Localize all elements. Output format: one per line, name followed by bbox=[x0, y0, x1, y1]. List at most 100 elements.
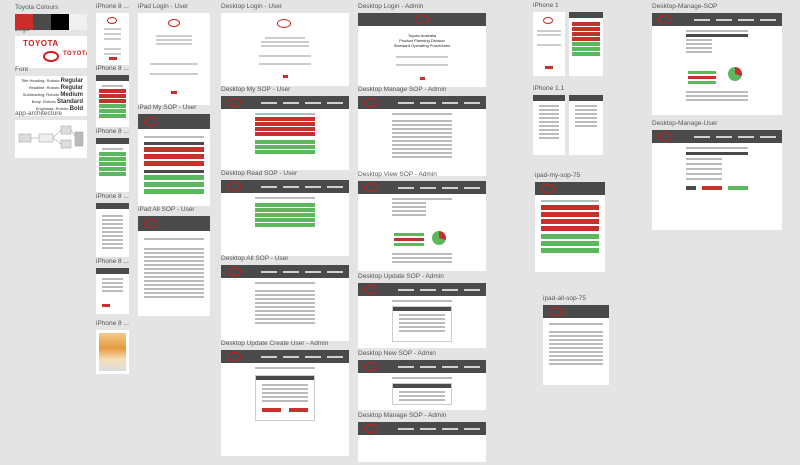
board-desktop-new-sop-admin: Desktop New SOP - Admin bbox=[358, 350, 486, 410]
board-title: iPhone 8 ... bbox=[96, 3, 129, 10]
board-title: iPad My SOP - User bbox=[138, 104, 197, 111]
board-iphone-list: iPhone 8 ... bbox=[96, 65, 129, 127]
artboard: Toyota Australia Product Planning Divisi… bbox=[358, 13, 486, 87]
artboard bbox=[96, 138, 129, 192]
header-bar bbox=[652, 130, 782, 143]
status-bars bbox=[688, 71, 716, 84]
header-bar bbox=[533, 95, 565, 101]
nav-menu[interactable] bbox=[694, 17, 776, 23]
status-bars bbox=[394, 233, 424, 246]
logo-art: TOYOTA TOYOTA bbox=[15, 36, 87, 68]
board-desktop-manage-sop-admin-2: Desktop Manage SOP - Admin bbox=[358, 412, 486, 462]
header-bar bbox=[221, 96, 349, 109]
swatch-hover bbox=[33, 14, 51, 30]
pie-chart-icon bbox=[432, 231, 446, 245]
header-bar bbox=[96, 268, 129, 274]
save-button[interactable] bbox=[289, 408, 308, 412]
toyota-logo-icon bbox=[364, 362, 378, 371]
board-title: Desktop My SOP - User bbox=[221, 86, 291, 93]
nav-menu[interactable] bbox=[261, 100, 343, 106]
toyota-wordmark-small: TOYOTA bbox=[63, 51, 87, 57]
toyota-logo-icon bbox=[168, 19, 180, 27]
toyota-logo-icon bbox=[43, 51, 59, 62]
board-desktop-manage-sop: Desktop-Manage-SOP bbox=[652, 3, 782, 115]
board-title: iPhone 8 ... bbox=[96, 193, 129, 200]
board-iphone-1: iPhone 1 bbox=[533, 2, 603, 76]
cancel-button[interactable] bbox=[262, 408, 281, 412]
sop-form bbox=[392, 306, 452, 342]
board-title: Desktop Manage SOP - Admin bbox=[358, 412, 447, 419]
nav-menu[interactable] bbox=[398, 185, 480, 191]
swatch-border bbox=[69, 14, 87, 30]
board-ipad-login: iPad Login - User bbox=[138, 3, 210, 105]
login-button[interactable] bbox=[171, 91, 177, 94]
artboard bbox=[138, 114, 210, 206]
login-button[interactable] bbox=[283, 75, 288, 78]
header-bar bbox=[96, 138, 129, 144]
header-bar bbox=[138, 216, 210, 231]
nav-menu[interactable] bbox=[261, 354, 343, 360]
nav-menu[interactable] bbox=[398, 100, 480, 106]
board-title: ipad-my-sop-75 bbox=[535, 172, 581, 179]
board-title: Desktop Read SOP - User bbox=[221, 170, 298, 177]
nav-menu[interactable] bbox=[261, 184, 343, 190]
board-title: ipad-all-sop-75 bbox=[543, 295, 586, 302]
board-desktop-update-sop-admin: Desktop Update SOP - Admin bbox=[358, 273, 486, 348]
nav-menu[interactable] bbox=[398, 364, 480, 370]
board-iphone-doc: iPhone 8 ... bbox=[96, 320, 129, 374]
nav-menu[interactable] bbox=[261, 269, 343, 275]
nav-menu[interactable] bbox=[694, 134, 776, 140]
font-row: Subheading: Roboto Medium bbox=[22, 92, 83, 98]
artboard-login bbox=[533, 12, 565, 76]
toyota-logo-icon bbox=[107, 17, 117, 24]
font-row: Body: Roboto Standard bbox=[31, 99, 83, 105]
architecture-svg bbox=[18, 125, 84, 149]
board-title: Desktop Login - Admin bbox=[358, 3, 424, 10]
board-ipad-all-sop: iPad All SOP - User bbox=[138, 206, 210, 316]
pie-chart-icon bbox=[728, 67, 742, 81]
header-bar bbox=[358, 283, 486, 296]
board-title: iPhone 8 ... bbox=[96, 320, 129, 327]
artboard bbox=[96, 330, 129, 374]
save-button[interactable] bbox=[728, 186, 748, 190]
login-button[interactable] bbox=[545, 66, 553, 69]
artboard bbox=[138, 13, 210, 105]
login-button[interactable] bbox=[420, 77, 425, 80]
header-bar bbox=[96, 75, 129, 81]
artboard bbox=[221, 180, 349, 256]
delete-button[interactable] bbox=[702, 186, 722, 190]
artboard-detail bbox=[569, 95, 603, 155]
board-title: app-architecture bbox=[15, 110, 62, 117]
swatch-default bbox=[51, 14, 69, 30]
toyota-wordmark: TOYOTA bbox=[23, 39, 59, 48]
header-bar bbox=[358, 422, 486, 435]
board-title: Desktop Login - User bbox=[221, 3, 283, 10]
board-title: Desktop Update Create User - Admin bbox=[221, 340, 329, 347]
artboard bbox=[358, 181, 486, 271]
toyota-logo-icon bbox=[144, 117, 158, 126]
toyota-logo-icon bbox=[658, 132, 672, 141]
artboard bbox=[535, 182, 605, 272]
board-logo: Logo TOYOTA TOYOTA bbox=[15, 26, 87, 68]
submit-button[interactable] bbox=[102, 304, 110, 307]
board-title: iPhone 1 bbox=[533, 2, 559, 9]
artboard bbox=[358, 283, 486, 348]
cancel-button[interactable] bbox=[686, 186, 696, 190]
architecture-diagram bbox=[15, 120, 87, 158]
board-desktop-login-user: Desktop Login - User bbox=[221, 3, 349, 86]
board-desktop-read-sop-user: Desktop Read SOP - User bbox=[221, 170, 349, 256]
nav-menu[interactable] bbox=[398, 426, 480, 432]
toyota-logo-icon bbox=[227, 267, 241, 276]
header-bar bbox=[138, 114, 210, 129]
board-app-architecture: app-architecture bbox=[15, 110, 87, 158]
header-bar bbox=[221, 180, 349, 193]
header-bar bbox=[358, 360, 486, 373]
board-desktop-manage-sop-admin: Desktop Manage SOP - Admin bbox=[358, 86, 486, 176]
toyota-logo-icon bbox=[543, 17, 553, 24]
board-title: iPhone 8 ... bbox=[96, 128, 129, 135]
board-desktop-manage-user: Desktop-Manage-User bbox=[652, 120, 782, 230]
user-form bbox=[255, 375, 315, 421]
nav-menu[interactable] bbox=[398, 287, 480, 293]
artboard bbox=[221, 350, 349, 456]
login-button[interactable] bbox=[109, 57, 117, 60]
